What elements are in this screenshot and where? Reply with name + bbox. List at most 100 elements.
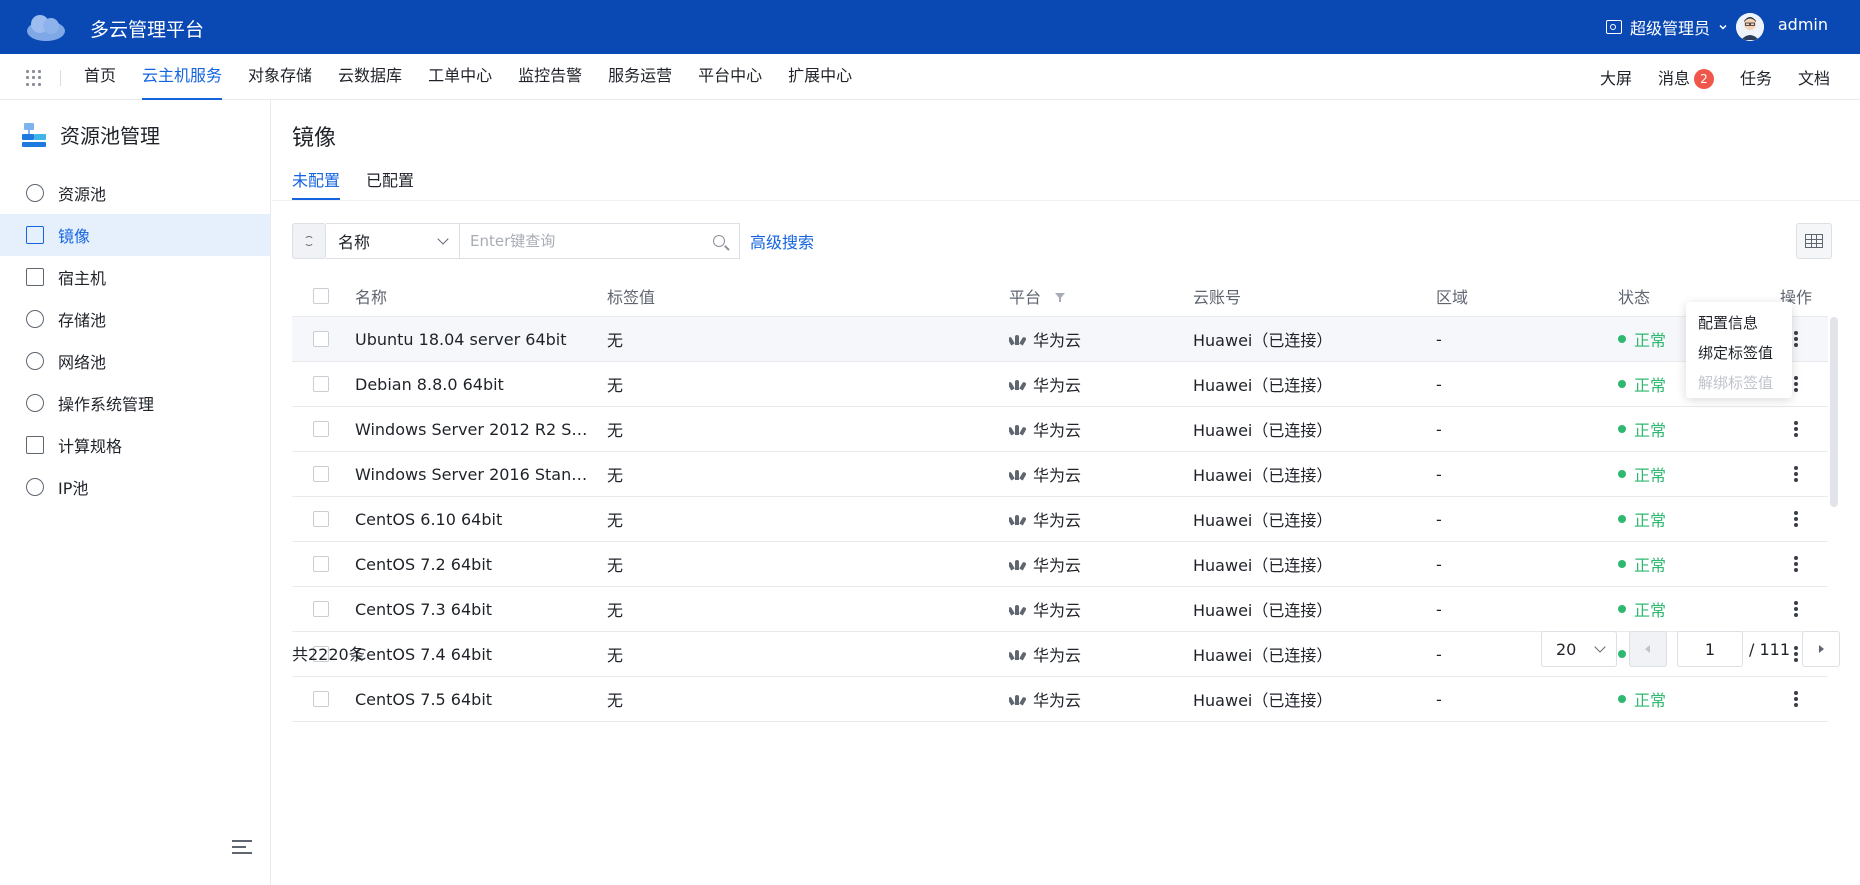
row-name[interactable]: CentOS 7.5 64bit — [355, 690, 607, 709]
row-select-cell — [292, 466, 355, 482]
more-vertical-icon[interactable] — [1794, 421, 1798, 437]
row-status-label: 正常 — [1634, 421, 1667, 440]
sidebar-item-compute-spec[interactable]: 计算规格 — [0, 424, 270, 466]
pagination: 20 / 111 — [1540, 631, 1840, 667]
row-name[interactable]: CentOS 7.3 64bit — [355, 600, 607, 619]
row-platform: 华为云 — [1009, 597, 1193, 621]
advanced-search-link[interactable]: 高级搜索 — [750, 229, 814, 253]
row-platform-label: 华为云 — [1033, 421, 1082, 440]
table-row[interactable]: Ubuntu 18.04 server 64bit 无 华为云 Huawei（已连接）… — [292, 317, 1828, 362]
row-status: 正常 — [1618, 597, 1766, 621]
more-vertical-icon[interactable] — [1794, 691, 1798, 707]
username[interactable]: admin — [1778, 15, 1828, 34]
row-name[interactable]: CentOS 7.2 64bit — [355, 555, 607, 574]
search-icon[interactable] — [713, 235, 725, 247]
header-platform-label: 平台 — [1009, 287, 1042, 307]
compute-spec-icon — [26, 436, 44, 454]
sidebar-item-storage-pool[interactable]: 存储池 — [0, 298, 270, 340]
row-actions-cell — [1766, 466, 1826, 482]
table-row[interactable]: CentOS 6.10 64bit 无 华为云 Huawei（已连接） - 正常 — [292, 497, 1828, 542]
nav-item-service-ops[interactable]: 服务运营 — [608, 54, 685, 100]
row-checkbox[interactable] — [313, 601, 329, 617]
header-name[interactable]: 名称 — [355, 284, 607, 308]
status-dot — [1618, 335, 1626, 343]
table-row[interactable]: CentOS 7.2 64bit 无 华为云 Huawei（已连接） - 正常 — [292, 542, 1828, 587]
nav-item-object-storage[interactable]: 对象存储 — [248, 54, 325, 100]
table-row[interactable]: Windows Server 2012 R2 Stand... 无 华为云 Huawe… — [292, 407, 1828, 452]
table-row[interactable]: Debian 8.8.0 64bit 无 华为云 Huawei（已连接） - 正常 — [292, 362, 1828, 407]
more-vertical-icon[interactable] — [1794, 331, 1798, 347]
row-name[interactable]: Debian 8.8.0 64bit — [355, 375, 607, 394]
row-checkbox[interactable] — [313, 376, 329, 392]
nav-item-platform-center[interactable]: 平台中心 — [698, 54, 775, 100]
page-number-input[interactable] — [1676, 631, 1743, 667]
big-screen-link[interactable]: 大屏 — [1600, 65, 1632, 89]
row-name[interactable]: Windows Server 2016 Standard ... — [355, 465, 607, 484]
messages-link[interactable]: 消息 2 — [1658, 65, 1714, 89]
sidebar-item-ip-pool[interactable]: IP池 — [0, 466, 270, 508]
row-tag: 无 — [607, 511, 624, 530]
filter-icon[interactable] — [1055, 292, 1066, 302]
page-size-select[interactable]: 20 — [1540, 631, 1617, 667]
more-vertical-icon[interactable] — [1794, 511, 1798, 527]
app-grid-icon[interactable] — [26, 70, 42, 86]
nav-item-home[interactable]: 首页 — [84, 54, 129, 100]
row-checkbox[interactable] — [313, 331, 329, 347]
table-row[interactable]: Windows Server 2016 Standard ... 无 华为云 Huaw… — [292, 452, 1828, 497]
sidebar-item-os-management[interactable]: 操作系统管理 — [0, 382, 270, 424]
sidebar-item-image[interactable]: 镜像 — [0, 214, 270, 256]
docs-link[interactable]: 文档 — [1798, 65, 1830, 89]
nav-item-cloud-host[interactable]: 云主机服务 — [142, 54, 235, 100]
menu-item-bind-tag[interactable]: 绑定标签值 — [1686, 338, 1792, 368]
menu-item-config-info[interactable]: 配置信息 — [1686, 308, 1792, 338]
tab-unconfigured[interactable]: 未配置 — [292, 170, 341, 200]
huawei-icon — [1009, 378, 1027, 391]
sidebar-item-resource-pool[interactable]: 资源池 — [0, 172, 270, 214]
page-size-value: 20 — [1555, 639, 1577, 659]
row-checkbox[interactable] — [313, 511, 329, 527]
row-name[interactable]: CentOS 7.4 64bit — [355, 645, 607, 664]
nav-item-cloud-database[interactable]: 云数据库 — [338, 54, 415, 100]
header-platform: 平台 — [1009, 284, 1193, 308]
tasks-link[interactable]: 任务 — [1740, 65, 1772, 89]
row-status-label: 正常 — [1634, 331, 1667, 350]
total-pages: / 111 — [1748, 639, 1790, 659]
header-account: 云账号 — [1193, 287, 1242, 307]
table-row[interactable]: CentOS 7.5 64bit 无 华为云 Huawei（已连接） - 正常 — [292, 677, 1828, 722]
row-checkbox[interactable] — [313, 556, 329, 572]
nav-item-ticket-center[interactable]: 工单中心 — [428, 54, 505, 100]
row-region: - — [1436, 599, 1442, 619]
column-settings-button[interactable] — [1796, 223, 1832, 259]
more-vertical-icon[interactable] — [1794, 556, 1798, 572]
avatar[interactable] — [1736, 13, 1764, 41]
chevron-down-icon — [437, 233, 449, 245]
refresh-button[interactable] — [292, 223, 326, 259]
row-name[interactable]: CentOS 6.10 64bit — [355, 510, 607, 529]
table-scrollbar[interactable] — [1830, 317, 1838, 507]
sidebar-item-host[interactable]: 宿主机 — [0, 256, 270, 298]
row-checkbox[interactable] — [313, 466, 329, 482]
table-row[interactable]: CentOS 7.3 64bit 无 华为云 Huawei（已连接） - 正常 — [292, 587, 1828, 632]
row-account: Huawei（已连接） — [1193, 691, 1333, 710]
nav-item-extension-center[interactable]: 扩展中心 — [788, 54, 865, 100]
row-name[interactable]: Ubuntu 18.04 server 64bit — [355, 330, 607, 349]
more-vertical-icon[interactable] — [1794, 466, 1798, 482]
select-all-checkbox[interactable] — [313, 287, 329, 304]
collapse-sidebar-icon[interactable] — [232, 840, 252, 856]
row-status: 正常 — [1618, 687, 1766, 711]
search-field-select[interactable]: 名称 — [326, 223, 460, 259]
role-switcher[interactable]: 超级管理员 — [1605, 15, 1728, 39]
more-vertical-icon[interactable] — [1794, 601, 1798, 617]
more-vertical-icon[interactable] — [1794, 376, 1798, 392]
sidebar-item-network-pool[interactable]: 网络池 — [0, 340, 270, 382]
next-page-button[interactable] — [1802, 631, 1840, 667]
nav-item-monitoring[interactable]: 监控告警 — [518, 54, 595, 100]
row-checkbox[interactable] — [313, 691, 329, 707]
row-name[interactable]: Windows Server 2012 R2 Stand... — [355, 420, 607, 439]
sidebar-item-label: 网络池 — [58, 353, 107, 372]
row-account: Huawei（已连接） — [1193, 646, 1333, 665]
search-input[interactable] — [470, 232, 700, 250]
row-platform-label: 华为云 — [1033, 466, 1082, 485]
tab-configured[interactable]: 已配置 — [366, 170, 414, 200]
row-checkbox[interactable] — [313, 421, 329, 437]
